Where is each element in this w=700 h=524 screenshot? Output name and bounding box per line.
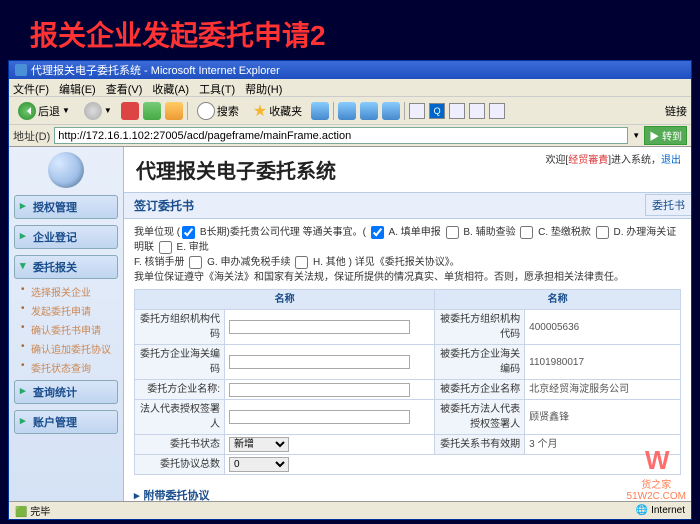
chk-d[interactable] [596,226,609,239]
sel-count[interactable]: 0 [229,457,289,472]
status-done: 🟩 完毕 [15,503,50,518]
menu-help[interactable]: 帮助(H) [245,81,282,94]
lbl-count: 委托协议总数 [135,455,225,475]
page-content: 授权管理 企业登记 委托报关 选择报关企业 发起委托申请 确认委托书申请 确认追… [9,147,691,501]
ie-icon [15,64,27,76]
back-icon [18,102,36,120]
inp-customs-code[interactable] [229,355,410,369]
nav-account[interactable]: 账户管理 [14,410,118,434]
logout-link[interactable]: 退出 [661,155,681,166]
status-zone: 🌐 Internet [636,505,685,516]
chk-g[interactable] [189,256,202,269]
star-icon: ★ [253,101,267,121]
menu-bar[interactable]: 文件(F) 编辑(E) 查看(V) 收藏(A) 工具(T) 帮助(H) [9,79,691,97]
logo-icon [48,152,84,188]
sel-status[interactable]: 新增 [229,437,289,452]
forward-icon [84,102,102,120]
ext-icon-3[interactable] [449,103,465,119]
chk-long-term[interactable] [182,226,195,239]
col-name-left: 名称 [135,290,435,310]
nav-query[interactable]: 查询统计 [14,380,118,404]
nav-sub-select[interactable]: 选择报关企业 [9,282,123,301]
chk-c[interactable] [520,226,533,239]
lbl-signer: 法人代表授权签署人 [135,400,225,435]
address-input[interactable] [54,127,628,144]
forward-button[interactable]: ▼ [79,99,117,123]
nav-register[interactable]: 企业登记 [14,225,118,249]
lbl-t-ent: 被委托方企业名称 [435,380,525,400]
main-pane: 代理报关电子委托系统 欢迎[经贸審責]进入系统，退出 签订委托书 委托书 我单位… [124,147,691,501]
nav-sub-append[interactable]: 确认追加委托协议 [9,339,123,358]
proto1-title: 附带委托协议 [124,485,691,501]
nav-auth[interactable]: 授权管理 [14,195,118,219]
section-sign: 签订委托书 [124,192,691,219]
favorites-button[interactable]: ★收藏夹 [248,98,307,124]
toolbar: 后退▼ ▼ 搜索 ★收藏夹 Q 链接 [9,97,691,125]
ext-icon-5[interactable] [489,103,505,119]
home-icon[interactable] [165,102,183,120]
lbl-org-code: 委托方组织机构代码 [135,310,225,345]
nav-sub-apply[interactable]: 发起委托申请 [9,301,123,320]
chk-b[interactable] [446,226,459,239]
lbl-valid: 委托关系书有效期 [435,435,525,455]
logo-area [9,147,123,192]
window-titlebar: 代理报关电子委托系统 - Microsoft Internet Explorer [9,61,691,79]
address-bar: 地址(D) ▼ ▶ 转到 [9,125,691,147]
print-icon[interactable] [360,102,378,120]
search-icon [197,102,215,120]
lbl-t-customs: 被委托方企业海关编码 [435,345,525,380]
form-intro: 我单位现 ( B长期)委托贵公司代理 等通关事宜。( A. 填单申报 B. 辅助… [124,219,691,481]
sidebar: 授权管理 企业登记 委托报关 选择报关企业 发起委托申请 确认委托书申请 确认追… [9,147,124,501]
inp-org-code[interactable] [229,320,410,334]
val-t-signer: 顾贤鑫锋 [525,400,681,435]
menu-tools[interactable]: 工具(T) [199,81,235,94]
window-title: 代理报关电子委托系统 - Microsoft Internet Explorer [31,62,280,78]
go-button[interactable]: ▶ 转到 [644,126,687,145]
nav-sub-confirm[interactable]: 确认委托书申请 [9,320,123,339]
lbl-ent-name: 委托方企业名称: [135,380,225,400]
entrust-form-table: 名称名称 委托方组织机构代码 被委托方组织机构代码400005636 委托方企业海… [134,289,681,475]
refresh-icon[interactable] [143,102,161,120]
val-t-org: 400005636 [525,310,681,345]
edit-icon[interactable] [382,102,400,120]
address-label: 地址(D) [13,128,50,144]
inp-ent-name[interactable] [229,383,410,397]
chk-a[interactable] [371,226,384,239]
status-bar: 🟩 完毕 🌐 Internet [9,501,691,519]
app-header: 代理报关电子委托系统 欢迎[经贸審責]进入系统，退出 [124,147,691,192]
welcome-text: 欢迎[经贸審責]进入系统，退出 [545,151,681,166]
val-t-ent: 北京经贸海淀服务公司 [525,380,681,400]
back-button[interactable]: 后退▼ [13,99,75,123]
slide-title: 报关企业发起委托申请2 [0,0,700,62]
mail-icon[interactable] [338,102,356,120]
lbl-t-org: 被委托方组织机构代码 [435,310,525,345]
lbl-customs-code: 委托方企业海关编码 [135,345,225,380]
tab-entrust-doc[interactable]: 委托书 [645,194,691,216]
menu-fav[interactable]: 收藏(A) [152,81,189,94]
col-name-right: 名称 [435,290,681,310]
chk-h[interactable] [295,256,308,269]
links-label[interactable]: 链接 [665,103,687,119]
history-icon[interactable] [311,102,329,120]
chk-e[interactable] [159,241,172,254]
nav-sub-status[interactable]: 委托状态查询 [9,358,123,377]
menu-view[interactable]: 查看(V) [106,81,143,94]
ext-icon-2[interactable]: Q [429,103,445,119]
inp-signer[interactable] [229,410,410,424]
nav-entrust[interactable]: 委托报关 [14,255,118,279]
lbl-t-signer: 被委托方法人代表授权签署人 [435,400,525,435]
browser-window: 代理报关电子委托系统 - Microsoft Internet Explorer… [8,60,692,520]
ext-icon-1[interactable] [409,103,425,119]
val-valid: 3 个月 [525,435,681,455]
menu-edit[interactable]: 编辑(E) [59,81,96,94]
search-button[interactable]: 搜索 [192,99,244,123]
menu-file[interactable]: 文件(F) [13,81,49,94]
val-t-customs: 1101980017 [525,345,681,380]
ext-icon-4[interactable] [469,103,485,119]
lbl-status: 委托书状态 [135,435,225,455]
stop-icon[interactable] [121,102,139,120]
